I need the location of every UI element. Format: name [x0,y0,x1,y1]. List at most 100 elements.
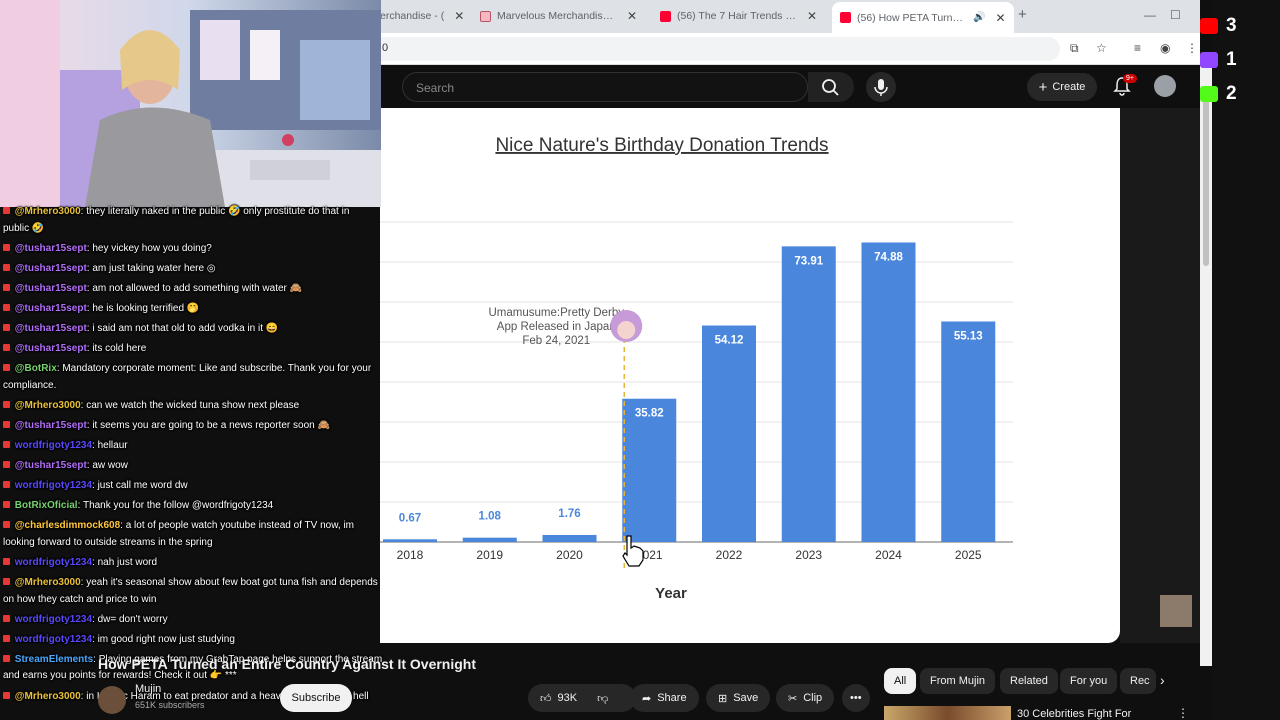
speaker-icon[interactable]: 🔊 [973,12,985,23]
bar-2020 [542,534,597,542]
browser-tab-strip: erchandise - ( ✕ Marvelous Merchandise 2… [380,0,1200,33]
chat-message-continuation: public 🤣 [3,222,45,234]
chat-text: : im good right now just studying [92,633,235,645]
chip-from-channel[interactable]: From Mujin [920,668,996,694]
dislike-icon[interactable]: 👎︎ [597,692,608,705]
star-icon[interactable]: ☆ [1096,41,1107,55]
tab-title: erchandise - ( [380,10,445,22]
like-count[interactable]: 93K [558,692,578,704]
profile-icon[interactable]: ◉ [1160,41,1170,55]
chat-username: @Mrhero3000 [14,577,81,589]
address-field[interactable]: 0 [380,37,1060,61]
clip-label: Clip [803,692,823,704]
data-label: 1.76 [558,508,580,520]
channel-name[interactable]: Mujin [135,683,161,695]
chat-text: : am not allowed to add something with w… [86,282,303,294]
chat-message: wordfrigoty1234: dw= don't worry [3,612,168,629]
platform-badge-icon [3,521,10,529]
close-icon[interactable]: ✕ [454,9,464,23]
data-label: 54.12 [715,335,744,347]
clip-button[interactable]: ✂ Clip [776,684,835,712]
chip-all[interactable]: All [884,668,917,694]
voice-search-button[interactable] [866,72,896,102]
plus-icon: + [1038,78,1048,96]
chat-message: @BotRix: Mandatory corporate moment: Lik… [3,361,371,378]
close-icon[interactable]: ✕ [807,9,817,23]
minimize-icon[interactable]: — [1144,8,1156,22]
chat-message: @Mrhero3000: can we watch the wicked tun… [3,398,299,415]
media-icon[interactable]: ≡ [1134,41,1141,55]
chat-text: : a lot of people watch youtube instead … [120,520,355,532]
account-avatar[interactable] [1154,75,1176,97]
search-button[interactable] [808,72,854,102]
share-button[interactable]: ➦ Share [630,684,699,712]
tab-title: (56) The 7 Hair Trends Sma [677,10,797,22]
close-icon[interactable]: ✕ [995,11,1005,25]
recommendation-thumbnail[interactable] [884,706,1011,720]
channel-avatar[interactable] [98,686,126,714]
chevron-right-icon[interactable]: › [1160,672,1165,688]
recommendation-title[interactable]: 30 Celebrities Fight For [1017,708,1131,720]
platform-badge-icon [3,207,10,214]
twitch-icon [1200,52,1218,68]
chat-username: @tushar15sept [14,323,87,334]
platform-badge-icon [3,634,10,642]
like-icon[interactable]: 👍︎ [540,692,552,705]
create-button[interactable]: + Create [1027,73,1097,101]
annotation-text: Feb 24, 2021 [522,335,590,347]
create-label: Create [1052,81,1086,93]
close-icon[interactable]: ✕ [627,9,637,23]
browser-tab[interactable]: erchandise - ( ✕ [380,4,464,28]
video-player[interactable]: Nice Nature's Birthday Donation Trends02… [262,108,1120,643]
platform-badge-icon [3,420,10,428]
chat-message: BotRixOficial: Thank you for the follow … [3,498,273,515]
chat-text: : am just taking water here ◎ [86,262,216,274]
chat-text: : hey vickey how you doing? [86,242,212,254]
maximize-icon[interactable]: ☐ [1170,8,1181,22]
new-tab-icon[interactable]: + [1018,6,1027,23]
kick-viewer-count: 2 [1200,82,1237,106]
webcam-image [0,0,381,207]
chat-username: @tushar15sept [14,419,87,431]
annotation-text: Umamusume:Pretty Derby [489,307,625,319]
chat-username: @BotRix [14,363,57,375]
chat-username: @Mrhero3000 [14,399,81,411]
channel-watermark[interactable] [1160,595,1192,627]
search-icon [822,79,839,96]
subscriber-count: 651K subscribers [135,700,205,710]
subscribe-button[interactable]: Subscribe [280,684,352,712]
chat-text: : dw= don't worry [92,613,168,625]
youtube-viewer-count: 3 [1200,14,1237,38]
share-label: Share [657,692,687,704]
chat-username: @Mrhero3000 [14,690,81,702]
twitch-viewer-count: 1 [1200,48,1237,72]
webcam-feed [0,0,381,207]
more-vert-icon[interactable]: ⋮ [1177,706,1189,720]
chat-username: StreamElements [14,653,94,665]
more-actions-button[interactable]: ••• [842,684,870,712]
chat-text: : hellaur [92,440,128,451]
chat-username: @tushar15sept [14,282,87,294]
youtube-icon [1200,18,1218,34]
video-title: How PETA Turned an Entire Country Agains… [98,656,477,672]
scrollbar-thumb[interactable] [1203,90,1209,266]
chip-for-you[interactable]: For you [1060,668,1118,694]
chip-related[interactable]: Related [1000,668,1058,694]
browser-tab[interactable]: Marvelous Merchandise 20 ✕ [480,4,637,28]
youtube-icon [840,12,851,23]
install-icon[interactable]: ⧉ [1070,41,1079,56]
save-button[interactable]: ⊞ Save [706,684,771,712]
menu-icon[interactable]: ⋮ [1186,41,1198,55]
browser-tab[interactable]: (56) The 7 Hair Trends Sma ✕ [660,4,817,28]
chip-recent[interactable]: Rec [1120,668,1156,694]
search-input[interactable]: Search [402,72,808,102]
save-label: Save [733,692,759,704]
chat-username: @tushar15sept [14,460,87,472]
chat-text: : yeah it's seasonal show about few boat… [80,577,378,589]
viewer-count: 2 [1226,83,1237,104]
chat-text: : just call me word dw [92,480,188,492]
platform-badge-icon [3,614,10,622]
platform-badge-icon [3,578,10,586]
platform-badge-icon [3,324,10,331]
browser-tab-active[interactable]: (56) How PETA Turned a 🔊 ✕ [832,2,1014,33]
